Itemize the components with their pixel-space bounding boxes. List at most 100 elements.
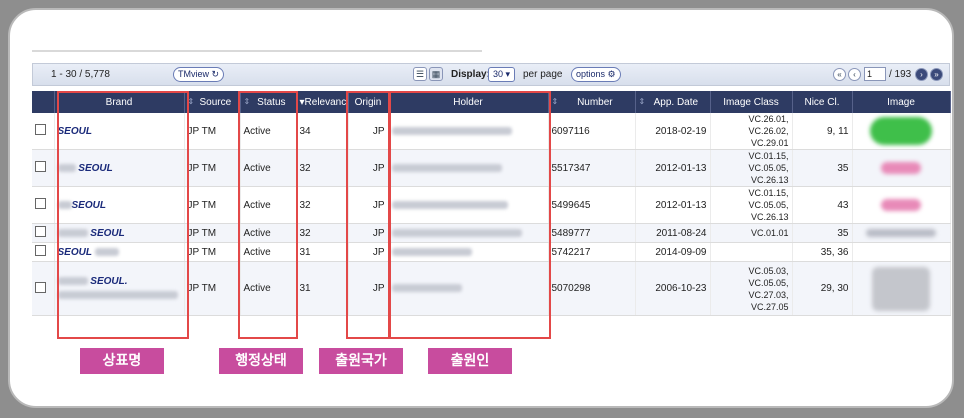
row-checkbox-cell[interactable] [32,223,55,243]
header-brand[interactable]: Brand [54,91,185,113]
number-cell[interactable]: 5742217 [548,242,636,262]
trademark-image[interactable] [872,266,930,311]
redacted-holder [391,247,472,256]
row-checkbox[interactable] [35,198,46,209]
trademark-image[interactable] [866,228,936,237]
trademark-image[interactable] [881,162,921,174]
header-origin[interactable]: Origin [348,91,389,113]
table-row[interactable]: SEOUL JP TM Active 34 JP 6097116 2018-02… [32,113,951,150]
options-label: options [576,69,606,79]
redacted-holder [391,200,508,209]
header-origin-label: Origin [354,96,382,108]
redacted-brand-line [57,290,178,299]
row-checkbox[interactable] [35,226,46,237]
row-checkbox[interactable] [35,245,46,256]
brand-cell[interactable]: SEOUL [54,186,185,224]
brand-text[interactable]: SEOUL [58,126,92,137]
brand-text[interactable]: SEOUL. [90,276,127,287]
grid-view-icon[interactable]: ▦ [429,67,443,81]
image-class-cell: VC.01.01 [710,223,793,243]
sort-icon: ⇕ [187,96,195,106]
image-cell [852,242,951,262]
results-toolbar: 1 - 30 / 5,778 TMview ↻ ☰ ▦ Display: 30 … [32,63,950,86]
row-checkbox-cell[interactable] [32,149,55,187]
brand-text[interactable]: SEOUL [78,163,112,174]
trademark-image[interactable] [870,117,932,145]
brand-text[interactable]: SEOUL [90,228,124,239]
trademark-image[interactable] [881,199,921,211]
source-cell: JP TM [184,149,241,187]
table-row[interactable]: SEOUL JP TM Active 32 JP 5517347 2012-01… [32,149,951,187]
row-checkbox-cell[interactable] [32,242,55,262]
brand-cell[interactable]: SEOUL. [54,261,185,316]
brand-cell[interactable]: SEOUL [54,242,185,262]
tmview-button[interactable]: TMview ↻ [173,67,225,82]
relevance-cell: 34 [296,113,349,150]
table-row[interactable]: SEOUL. JP TM Active 31 JP 5070298 2006-1… [32,261,951,316]
relevance-cell: 32 [296,186,349,224]
row-checkbox-cell[interactable] [32,261,55,316]
image-class-cell: VC.05.03, VC.05.05, VC.27.03, VC.27.05 [710,261,793,316]
brand-cell[interactable]: SEOUL [54,149,185,187]
brand-text[interactable]: SEOUL [58,247,92,258]
header-number[interactable]: ⇕ Number [548,91,636,113]
header-image-label: Image [887,96,915,108]
image-cell[interactable] [852,149,951,187]
number-cell[interactable]: 5070298 [548,261,636,316]
display-select[interactable]: 30 ▾ [488,67,516,82]
last-page-icon[interactable]: » [930,68,943,81]
row-checkbox-cell[interactable] [32,186,55,224]
row-checkbox-cell[interactable] [32,113,55,150]
first-page-icon[interactable]: « [833,68,846,81]
sort-icon: ⇕ [551,96,559,106]
scroll-track[interactable] [32,50,482,52]
redacted-prefix [57,228,88,237]
redacted-holder [391,284,462,293]
header-relevance[interactable]: ▾Relevance [296,91,349,113]
number-cell[interactable]: 5499645 [548,186,636,224]
image-class-cell: VC.01.15, VC.05.05, VC.26.13 [710,149,793,187]
brand-cell[interactable]: SEOUL [54,113,185,150]
relevance-cell: 32 [296,223,349,243]
nice-class-cell: 43 [792,186,853,224]
number-cell[interactable]: 6097116 [548,113,636,150]
status-cell: Active [240,113,297,150]
header-holder[interactable]: Holder [388,91,549,113]
number-cell[interactable]: 5517347 [548,149,636,187]
row-checkbox[interactable] [35,161,46,172]
image-cell[interactable] [852,113,951,150]
header-status[interactable]: ⇕ Status [240,91,297,113]
header-image-class[interactable]: Image Class [710,91,793,113]
header-image[interactable]: Image [852,91,951,113]
prev-page-icon[interactable]: ‹ [848,68,861,81]
table-row[interactable]: SEOUL JP TM Active 31 JP 5742217 2014-09… [32,242,951,262]
image-cell[interactable] [852,223,951,243]
page-input[interactable]: 1 [864,67,886,81]
app-date-cell: 2012-01-13 [635,186,711,224]
display-value: 30 [493,69,504,79]
list-view-icon[interactable]: ☰ [413,67,427,81]
holder-cell [388,261,549,316]
brand-text[interactable]: SEOUL [72,200,106,211]
status-cell: Active [240,223,297,243]
app-date-cell: 2014-09-09 [635,242,711,262]
row-checkbox[interactable] [35,281,46,293]
brand-cell[interactable]: SEOUL [54,223,185,243]
options-button[interactable]: options ⚙ [571,67,621,82]
number-cell[interactable]: 5489777 [548,223,636,243]
image-cell[interactable] [852,186,951,224]
header-number-label: Number [577,96,613,108]
page-total: / 193 [889,69,912,80]
image-cell[interactable] [852,261,951,316]
holder-cell [388,113,549,150]
header-app-date[interactable]: ⇕ App. Date [635,91,711,113]
table-row[interactable]: SEOUL JP TM Active 32 JP 5499645 2012-01… [32,186,951,224]
tag-brand: 상표명 [80,348,164,374]
next-page-icon[interactable]: › [915,68,928,81]
header-source[interactable]: ⇕ Source [184,91,241,113]
tag-holder: 출원인 [428,348,512,374]
row-checkbox[interactable] [35,124,46,135]
header-nice-class[interactable]: Nice Cl. [792,91,853,113]
table-row[interactable]: SEOUL JP TM Active 32 JP 5489777 2011-08… [32,223,951,243]
origin-cell: JP [348,113,389,150]
